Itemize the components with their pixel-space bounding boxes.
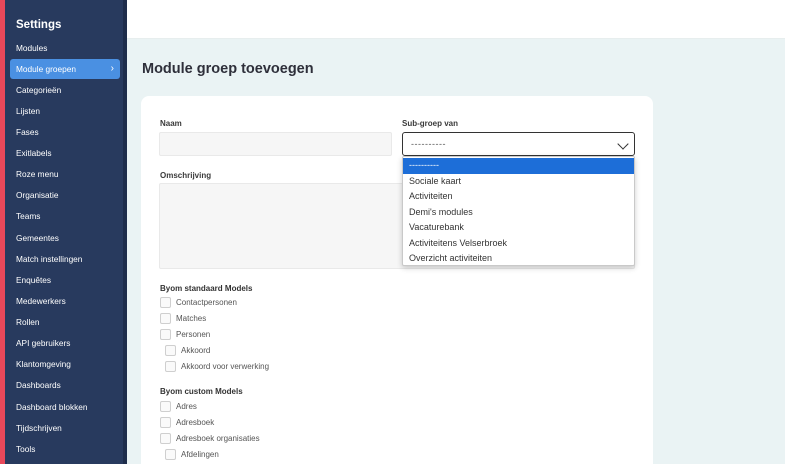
sidebar-item-label: Enquêtes [16,275,52,285]
sidebar-item-label: API gebruikers [16,338,71,348]
standaard-models-label: Byom standaard Models [160,284,253,293]
sidebar-item-dashboards[interactable]: Dashboards [10,375,120,395]
sidebar-item-label: Modules [16,43,48,53]
sidebar-item-enquetes[interactable]: Enquêtes [10,270,120,290]
naam-label: Naam [160,119,182,128]
sidebar-item-label: Categorieën [16,85,62,95]
checkbox[interactable] [160,417,171,428]
checkbox-label: Akkoord voor verwerking [181,362,270,371]
subgroep-selected-value: ---------- [411,139,446,149]
checkbox-label: Adres [176,402,197,411]
sidebar: Settings Modules Module groepen › Categor… [0,0,123,464]
sidebar-item-label: Module groepen [16,64,76,74]
dropdown-option[interactable]: Demi's modules [403,205,634,221]
sidebar-item-label: Roze menu [16,169,59,179]
sidebar-item-rollen[interactable]: Rollen [10,312,120,332]
sidebar-item-organisatie[interactable]: Organisatie [10,185,120,205]
checkbox[interactable] [160,297,171,308]
checkbox[interactable] [160,329,171,340]
dropdown-option[interactable]: Sociale kaart [403,174,634,190]
sidebar-item-label: Rollen [16,317,40,327]
checkbox-label: Contactpersonen [176,298,237,307]
sidebar-item-label: Gemeentes [16,233,59,243]
dropdown-option[interactable]: Activiteiten [403,189,634,205]
top-bar [127,0,785,39]
sidebar-item-label: Teams [16,211,41,221]
checkbox[interactable] [165,361,176,372]
sidebar-item-label: Exitlabels [16,148,52,158]
checkbox[interactable] [160,433,171,444]
sidebar-item-label: Match instellingen [16,254,83,264]
sidebar-item-label: Dashboard blokken [16,402,88,412]
checkbox[interactable] [165,449,176,460]
dropdown-option[interactable]: Overzicht activiteiten [403,251,634,267]
sidebar-item-label: Organisatie [16,190,59,200]
sidebar-item-tools[interactable]: Tools [10,439,120,459]
sidebar-item-tijdschrijven[interactable]: Tijdschrijven [10,418,120,438]
sidebar-item-module-groepen[interactable]: Module groepen › [10,59,120,79]
chevron-right-icon: › [110,63,114,74]
checkbox-label: Personen [176,330,211,339]
dropdown-option[interactable]: ---------- [403,158,634,174]
dropdown-option[interactable]: Activiteitens Velserbroek [403,236,634,252]
sidebar-item-match-instellingen[interactable]: Match instellingen [10,249,120,269]
checkbox-label: Afdelingen [181,450,219,459]
sidebar-item-dashboard-blokken[interactable]: Dashboard blokken [10,397,120,417]
sidebar-item-klantomgeving[interactable]: Klantomgeving [10,354,120,374]
sidebar-item-label: Dashboards [16,380,61,390]
sidebar-item-modules[interactable]: Modules [10,38,120,58]
custom-models-label: Byom custom Models [160,387,243,396]
sidebar-item-categorieen[interactable]: Categorieën [10,80,120,100]
omschrijving-label: Omschrijving [160,171,212,180]
sidebar-item-exitlabels[interactable]: Exitlabels [10,143,120,163]
sidebar-edge [123,0,127,464]
checkbox-label: Adresboek organisaties [176,434,260,443]
sidebar-item-lijsten[interactable]: Lijsten [10,101,120,121]
checkbox[interactable] [160,313,171,324]
sidebar-item-teams[interactable]: Teams [10,206,120,226]
sidebar-item-gemeentes[interactable]: Gemeentes [10,228,120,248]
sidebar-item-label: Klantomgeving [16,359,71,369]
sidebar-item-label: Fases [16,127,39,137]
sidebar-title: Settings [16,19,62,31]
checkbox[interactable] [165,345,176,356]
sidebar-item-label: Tijdschrijven [16,423,62,433]
subgroep-select[interactable]: ---------- [402,132,635,156]
sidebar-item-medewerkers[interactable]: Medewerkers [10,291,120,311]
naam-input[interactable] [159,132,392,156]
sidebar-item-label: Medewerkers [16,296,66,306]
sidebar-item-label: Tools [16,444,36,454]
subgroep-label: Sub-groep van [402,119,459,128]
sidebar-item-fases[interactable]: Fases [10,122,120,142]
chevron-down-icon [617,138,629,150]
checkbox-label: Akkoord [181,346,211,355]
subgroep-dropdown: ---------- Sociale kaart Activiteiten De… [402,156,635,266]
sidebar-item-label: Lijsten [16,106,40,116]
dropdown-option[interactable]: Vacaturebank [403,220,634,236]
checkbox-label: Adresboek [176,418,215,427]
sidebar-item-api-gebruikers[interactable]: API gebruikers [10,333,120,353]
checkbox-label: Matches [176,314,207,323]
sidebar-item-roze-menu[interactable]: Roze menu [10,164,120,184]
checkbox[interactable] [160,401,171,412]
page-title: Module groep toevoegen [142,61,314,77]
